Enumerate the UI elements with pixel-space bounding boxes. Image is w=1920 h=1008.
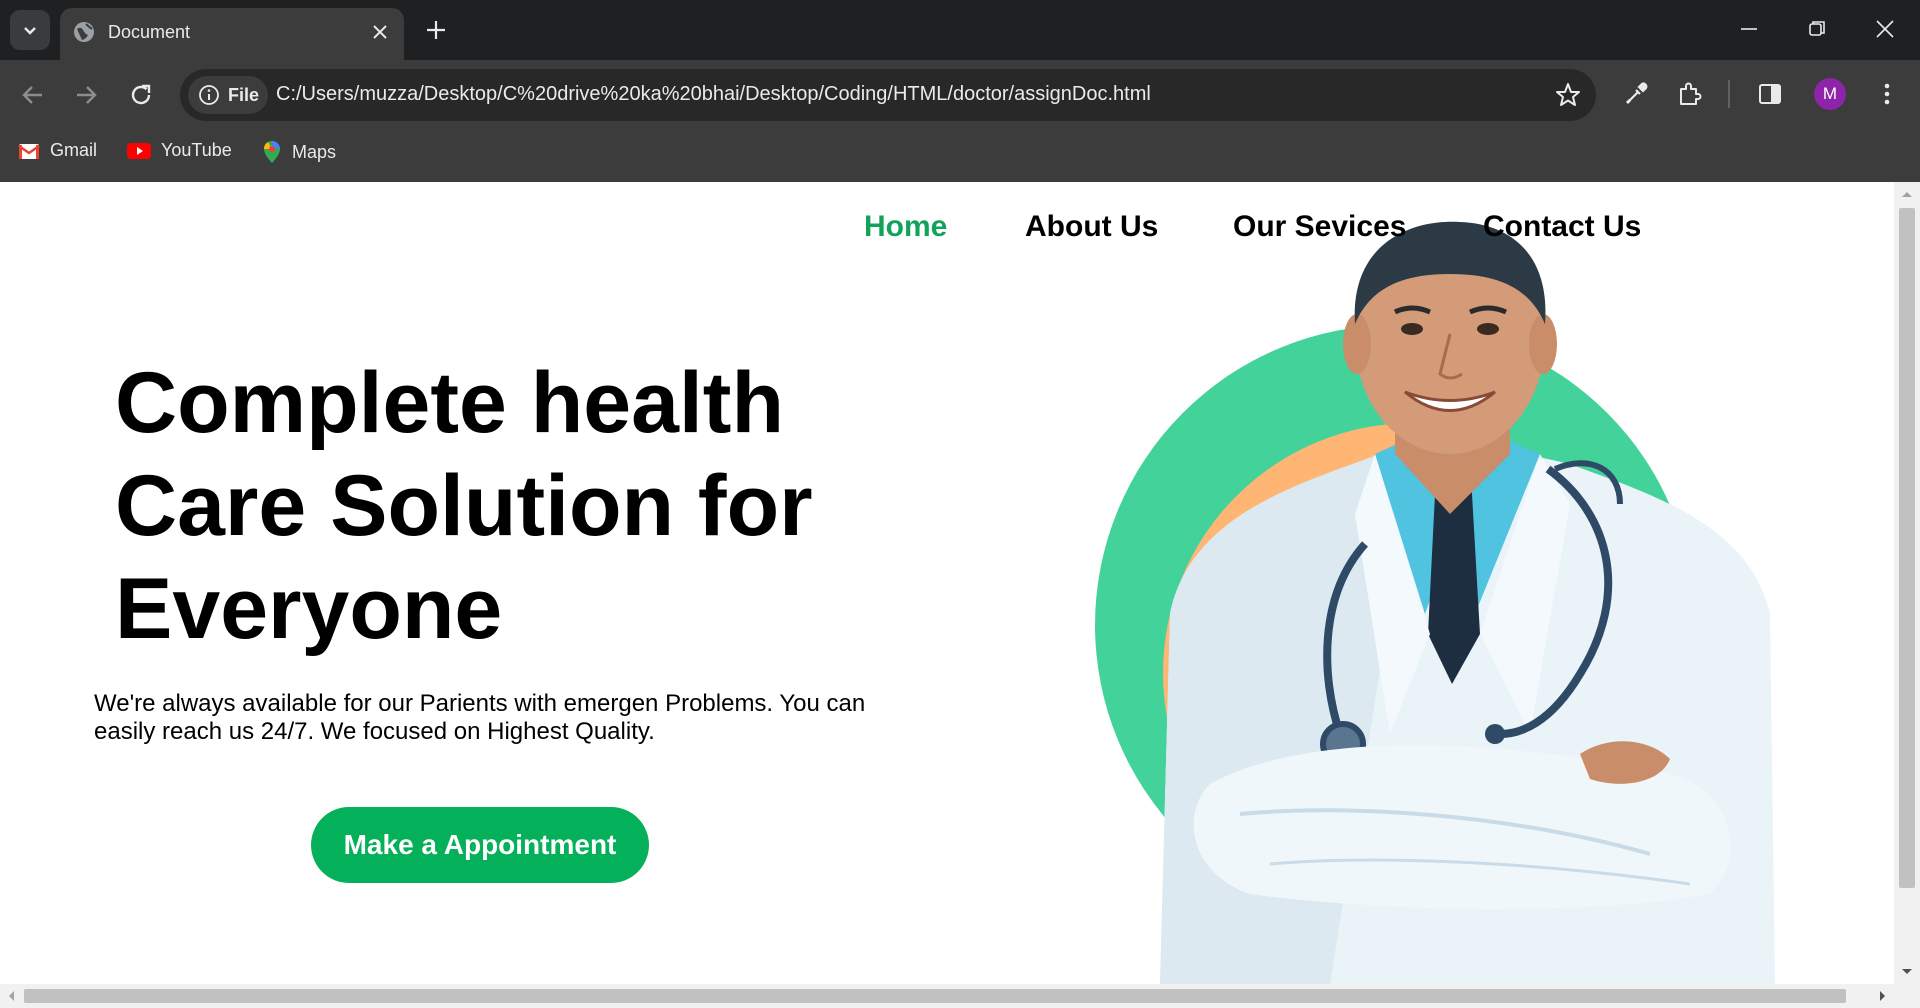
browser-toolbar: File C:/Users/muzza/Desktop/C%20drive%20… — [0, 60, 1920, 130]
forward-icon[interactable] — [73, 82, 99, 108]
back-icon[interactable] — [20, 82, 46, 108]
youtube-icon — [127, 142, 151, 159]
horizontal-scrollbar[interactable] — [0, 984, 1920, 1008]
scroll-up-icon[interactable] — [1894, 184, 1920, 204]
vertical-scroll-thumb[interactable] — [1899, 208, 1915, 888]
scroll-down-icon[interactable] — [1894, 962, 1920, 982]
tab-search-button[interactable] — [10, 10, 50, 50]
profile-avatar[interactable]: M — [1814, 78, 1846, 110]
bookmark-label: YouTube — [161, 140, 232, 160]
scroll-right-icon[interactable] — [1872, 984, 1892, 1008]
toolbar-divider — [1728, 80, 1730, 108]
url-text: C:/Users/muzza/Desktop/C%20drive%20ka%20… — [276, 83, 1151, 105]
close-icon[interactable] — [370, 22, 390, 42]
window-close-icon[interactable] — [1874, 18, 1896, 40]
chevron-down-icon — [24, 27, 36, 35]
side-panel-icon[interactable] — [1756, 80, 1784, 108]
star-icon[interactable] — [1554, 81, 1582, 109]
bookmark-maps[interactable]: Maps — [262, 140, 336, 164]
file-chip-label: File — [228, 84, 260, 105]
maps-icon — [263, 141, 280, 163]
extensions-icon[interactable] — [1676, 80, 1704, 108]
make-appointment-button[interactable]: Make a Appointment — [311, 807, 649, 883]
web-page: Home About Us Our Sevices Contact Us Com… — [0, 182, 1894, 984]
reload-icon[interactable] — [128, 82, 154, 108]
minimize-icon[interactable] — [1738, 18, 1760, 40]
bookmark-gmail[interactable]: Gmail — [18, 140, 97, 161]
tab-title: Document — [108, 22, 191, 42]
hero-title-line: Care Solution for — [115, 458, 813, 554]
horizontal-scroll-thumb[interactable] — [24, 989, 1846, 1003]
scroll-left-icon[interactable] — [2, 984, 22, 1008]
bookmarks-bar: Gmail YouTube Maps — [0, 130, 1920, 182]
bookmark-youtube[interactable]: YouTube — [127, 140, 232, 161]
tab-strip: Document — [0, 0, 1920, 60]
restore-icon[interactable] — [1806, 18, 1828, 40]
hero-title: Complete health Care Solution for Everyo… — [115, 352, 895, 661]
globe-icon — [74, 22, 94, 42]
vertical-scrollbar[interactable] — [1894, 182, 1920, 984]
bookmark-label: Gmail — [50, 140, 98, 160]
address-bar[interactable]: File C:/Users/muzza/Desktop/C%20drive%20… — [180, 69, 1596, 121]
doctor-image — [1160, 221, 1775, 984]
hero-title-line: Complete health — [115, 355, 784, 451]
nav-about[interactable]: About Us — [1025, 210, 1158, 244]
nav-services[interactable]: Our Sevices — [1233, 210, 1406, 244]
site-info-chip[interactable]: File — [188, 76, 268, 114]
hero-description: We're always available for our Parients … — [94, 690, 866, 745]
nav-home[interactable]: Home — [864, 210, 947, 244]
more-vert-icon[interactable] — [1874, 80, 1900, 108]
browser-tab[interactable]: Document — [60, 8, 404, 60]
gmail-icon — [18, 143, 40, 159]
bookmark-label: Maps — [292, 141, 337, 162]
eyedropper-icon[interactable] — [1622, 80, 1650, 108]
hero-title-line: Everyone — [115, 561, 503, 657]
info-icon — [199, 85, 219, 105]
nav-contact[interactable]: Contact Us — [1483, 210, 1641, 244]
plus-icon[interactable] — [424, 18, 448, 42]
